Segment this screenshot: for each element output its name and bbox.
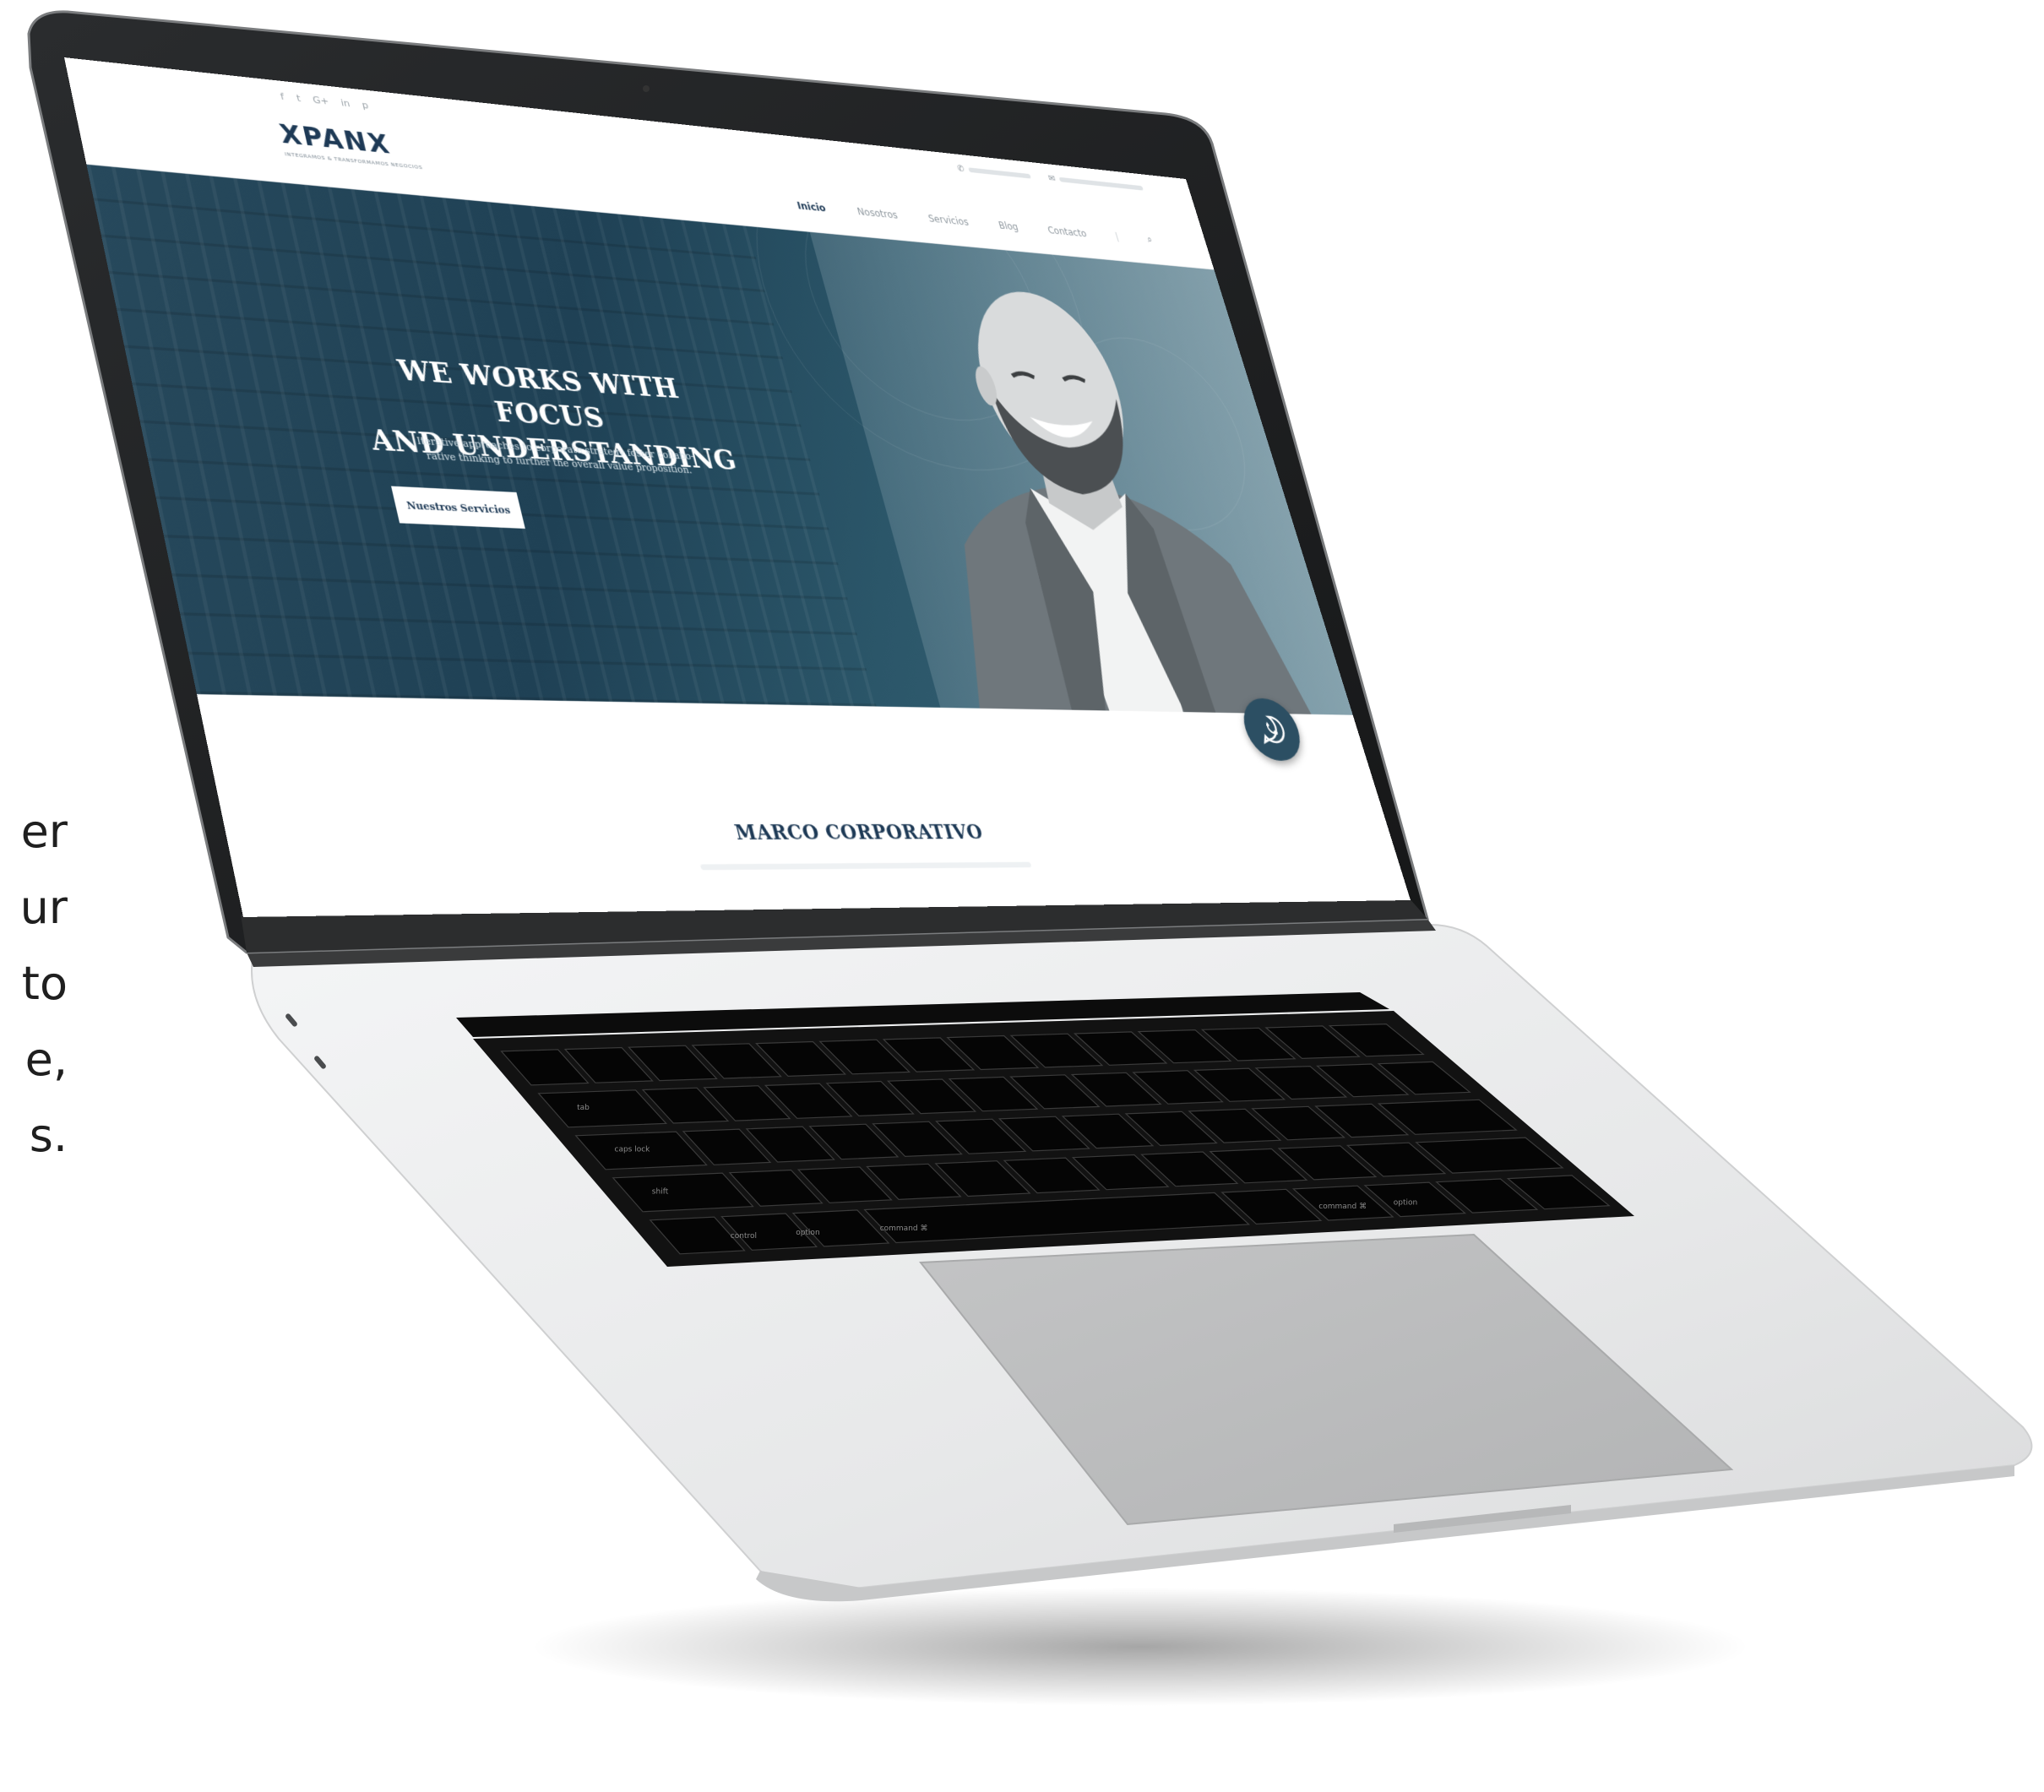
mail-icon: ✉ [1046,172,1057,184]
nav-item-servicios[interactable]: Servicios [927,213,970,228]
email-placeholder [1058,176,1144,191]
section-subtitle-placeholder [699,861,1032,871]
nuestros-servicios-button[interactable]: Nuestros Servicios [391,486,525,529]
nav-item-blog[interactable]: Blog [997,220,1019,232]
key-label: control [731,1232,757,1241]
nav-item-contacto[interactable]: Contacto [1046,224,1088,238]
linkedin-icon[interactable]: in [340,97,351,109]
whatsapp-icon [1253,713,1291,747]
key-label: shift [652,1188,669,1197]
key-label: tab [577,1104,590,1112]
key-label: caps lock [615,1146,651,1154]
phone-icon: ✆ [955,163,966,175]
key-label: option [1394,1198,1417,1207]
site-logo[interactable]: XPANX INTEGRAMOS & TRANSFORMAMOS NEGOCIO… [277,119,423,171]
key-label: option [796,1229,819,1237]
nav-item-inicio[interactable]: Inicio [796,199,827,214]
key-label: command ⌘ [880,1225,928,1233]
google-plus-icon[interactable]: G+ [312,95,330,107]
camera-icon [643,85,650,92]
facebook-icon[interactable]: f [280,91,285,103]
phone-placeholder [967,166,1031,179]
social-links: f t G+ in p [280,91,370,111]
email-contact[interactable]: ✉ [1047,173,1144,193]
floor-shadow [532,1588,1748,1706]
nav-item-nosotros[interactable]: Nosotros [856,205,899,220]
phone-contact[interactable]: ✆ [956,163,1032,181]
search-icon[interactable]: ⌕ [1145,234,1154,246]
section-title: MARCO CORPORATIVO [732,820,987,845]
mockup-stage: er ur to e, s. tab caps lock shift contr… [0,0,2044,1792]
key-label: command ⌘ [1318,1203,1367,1211]
pinterest-icon[interactable]: p [361,100,369,111]
twitter-icon[interactable]: t [296,93,302,105]
nav-separator: | [1113,231,1120,242]
